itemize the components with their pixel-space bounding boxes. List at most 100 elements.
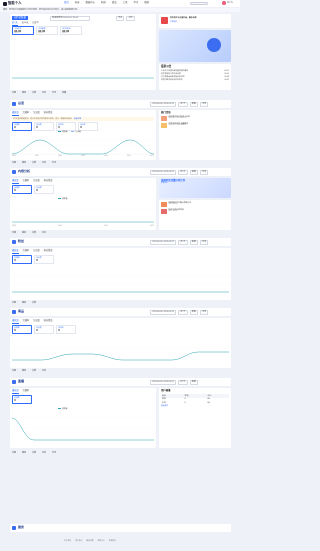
section-title: 内容分析 xyxy=(18,169,31,174)
brand-name[interactable]: 智能个人 xyxy=(8,1,22,6)
tab-7d[interactable]: 近7天 xyxy=(12,22,18,26)
export-button[interactable]: 导出 xyxy=(199,170,209,176)
stat-card[interactable]: 总播放 0 xyxy=(12,325,32,334)
tab-play[interactable]: 播放量 xyxy=(12,250,19,254)
date-range[interactable]: 2023-09-06~2023-09-12 xyxy=(150,102,177,108)
user-name[interactable]: 用户名 xyxy=(227,2,233,4)
tab-fans[interactable]: 粉丝增量 xyxy=(44,180,53,184)
stat-card-today-play[interactable]: 今日播放 ¥0.00 较昨日 -- xyxy=(36,26,58,35)
stat-card-today-income[interactable]: 今日收益 ¥0.00 较昨日 -- xyxy=(12,26,34,35)
tab-play[interactable]: 播放量 xyxy=(12,320,19,324)
tab-interact[interactable]: 互动量 xyxy=(33,112,40,116)
stat-card[interactable]: 总播放 0 xyxy=(12,395,32,404)
stat-card[interactable]: 总点赞 0 xyxy=(34,185,54,194)
period-select[interactable]: 近7天 xyxy=(178,102,188,108)
stat-card[interactable]: 总播放 0 xyxy=(12,122,32,131)
live-banner[interactable]: 直播带货流量扶持计划 报名参与 xyxy=(159,178,231,198)
notice-item[interactable]: 优质内容评选活动开启报名 09-05 xyxy=(161,79,229,81)
tab-finish[interactable]: 完播率 xyxy=(23,250,30,254)
footer-link[interactable]: 帮助中心 xyxy=(98,540,105,542)
stat-card[interactable]: 总点赞 0 xyxy=(34,325,54,334)
notice-panel-title: 最新公告 xyxy=(161,65,172,68)
stat-card[interactable]: 总播放 0 xyxy=(12,255,32,264)
tab-fans[interactable]: 粉丝增量 xyxy=(44,250,53,254)
stat-card[interactable]: 总点赞 0 xyxy=(34,255,54,264)
overview-tabs: 近7天 近30天 自定义 xyxy=(12,22,39,26)
footer-link[interactable]: 隐私政策 xyxy=(86,540,93,542)
stat-card-7d-income[interactable]: 近7日收益 ¥0.00 较昨日 -- xyxy=(60,26,82,35)
notice-item[interactable]: 平台关于加强内容质量管理的通知 09-12 xyxy=(161,70,229,72)
hero-banner[interactable] xyxy=(159,30,231,62)
tab-custom[interactable]: 自定义 xyxy=(32,22,39,26)
nav-item-help[interactable]: 帮助 xyxy=(144,1,149,5)
activity-item[interactable]: 创作者扶持计划·新人专享 活动时间：09-01至09-30 xyxy=(161,116,229,122)
stat-card[interactable]: 总播放 0 xyxy=(12,185,32,194)
nav-item-home[interactable]: 首页 xyxy=(64,1,69,5)
hint-link[interactable]: 查看攻略 xyxy=(74,118,81,120)
stat-card[interactable]: 总分享 0 xyxy=(78,122,98,131)
period-select[interactable]: 近7天 xyxy=(178,240,188,246)
nav-item-content[interactable]: 内容 xyxy=(75,1,80,5)
tab-play[interactable]: 播放量 xyxy=(12,180,19,184)
data-button[interactable]: 数据 xyxy=(189,380,198,386)
tab-interact[interactable]: 互动量 xyxy=(33,250,40,254)
brand-logo-icon[interactable] xyxy=(3,1,7,6)
period-select[interactable]: 近7天 xyxy=(178,310,188,316)
tab-play[interactable]: 播放量 xyxy=(12,112,19,116)
trend-chart xyxy=(12,139,154,155)
nav-item-tools[interactable]: 工具 xyxy=(123,1,128,5)
date-range[interactable]: 2023-09-06~2023-09-12 xyxy=(150,310,177,316)
date-range[interactable]: 2023-09-06~2023-09-12 xyxy=(150,240,177,246)
compare-button[interactable]: 对比 xyxy=(126,16,135,22)
tab-finish[interactable]: 完播率 xyxy=(23,180,30,184)
activity-panel-title: 热门活动 xyxy=(161,111,171,114)
data-button[interactable]: 数据 xyxy=(189,310,198,316)
footer-link[interactable]: 关于我们 xyxy=(64,540,71,542)
footer-link[interactable]: 联系我们 xyxy=(109,540,116,542)
tab-fans[interactable]: 粉丝增量 xyxy=(44,320,53,324)
tab-finish[interactable]: 完播率 xyxy=(23,390,30,394)
nav-item-fans[interactable]: 粉丝 xyxy=(101,1,106,5)
overview-filter[interactable]: 数据更新至2023-09-12 24:00 xyxy=(50,16,90,22)
overview-row-labels: 日期 播放 点赞 评论 分享 收藏 xyxy=(12,92,67,94)
content-chart xyxy=(12,209,154,223)
promo-badge[interactable]: 立即体验 xyxy=(170,21,177,24)
export-button[interactable]: 导出 xyxy=(199,240,209,246)
tab-fans[interactable]: 粉丝增量 xyxy=(44,112,53,116)
tab-finish[interactable]: 完播率 xyxy=(23,320,30,324)
top-search-input[interactable] xyxy=(190,1,208,6)
notice-panel: 最新公告 平台关于加强内容质量管理的通知 09-12 创作者激励计划升级说明 09-… xyxy=(159,64,231,90)
activity-item[interactable]: 优质内容激励·流量翻倍 活动时间：09-05至09-25 xyxy=(161,123,229,129)
metric-tabs: 播放量 完播率 互动量 粉丝增量 xyxy=(12,112,52,116)
section-icon xyxy=(12,380,16,384)
tab-30d[interactable]: 近30天 xyxy=(22,22,29,26)
fans-card: 播放量 完播率 互动量 粉丝增量 总播放 0 总点赞 0 xyxy=(10,248,231,300)
notice-item[interactable]: 创作者激励计划升级说明 09-10 xyxy=(161,73,229,75)
date-range[interactable]: 2023-09-06~2023-09-12 xyxy=(150,380,177,386)
activity-item[interactable]: 短视频创作大赛火热进行中 截止：09-30 xyxy=(161,202,229,207)
nav-item-learn[interactable]: 学习 xyxy=(133,1,138,5)
footer-link[interactable]: 用户协议 xyxy=(75,540,82,542)
nav-item-data[interactable]: 数据中心 xyxy=(86,1,96,5)
stat-card[interactable]: 总评论 0 xyxy=(56,325,76,334)
period-select[interactable]: 近7天 xyxy=(178,380,188,386)
date-range[interactable]: 2023-09-06~2023-09-12 xyxy=(150,170,177,176)
export-button[interactable]: 导出 xyxy=(199,310,209,316)
tab-finish[interactable]: 完播率 xyxy=(23,112,30,116)
section-title: 直播 xyxy=(18,379,25,384)
data-button[interactable]: 数据 xyxy=(189,240,198,246)
period-select[interactable]: 近7天 xyxy=(178,170,188,176)
more-link[interactable]: 查看更多 xyxy=(161,405,229,407)
data-button[interactable]: 数据 xyxy=(189,102,198,108)
activity-item[interactable]: 粉丝互动专项活动 截止：09-28 xyxy=(161,209,229,214)
export-button[interactable]: 导出 xyxy=(116,16,125,22)
tab-interact[interactable]: 互动量 xyxy=(33,180,40,184)
data-button[interactable]: 数据 xyxy=(189,170,198,176)
tab-play[interactable]: 播放量 xyxy=(12,390,19,394)
tab-interact[interactable]: 互动量 xyxy=(33,320,40,324)
export-button[interactable]: 导出 xyxy=(199,102,209,108)
promo-card[interactable]: 创作者平台全面升级，精彩来袭 立即体验 xyxy=(159,14,231,28)
nav-item-goods[interactable]: 商品 xyxy=(112,1,117,5)
stat-card[interactable]: 总点赞 0 xyxy=(34,122,54,131)
stat-card[interactable]: 总评论 0 xyxy=(56,122,76,131)
